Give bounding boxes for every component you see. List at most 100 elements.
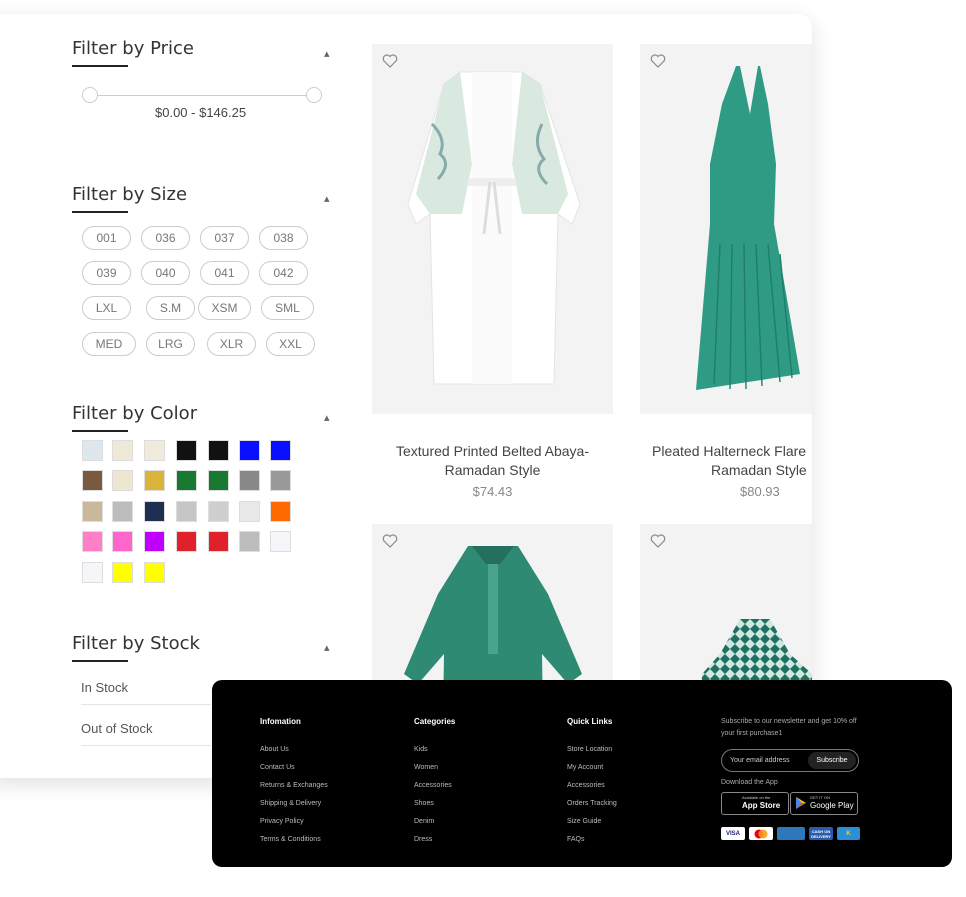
color-swatch[interactable] — [144, 501, 165, 522]
color-swatch[interactable] — [270, 470, 291, 491]
footer-link[interactable]: About Us — [260, 746, 289, 753]
color-swatch[interactable] — [176, 470, 197, 491]
color-swatch[interactable] — [176, 531, 197, 552]
color-swatch[interactable] — [144, 470, 165, 491]
product-name[interactable]: Pleated Halterneck Flare Ramadan Style — [640, 442, 812, 480]
price-range-text: $0.00 - $146.25 — [155, 105, 247, 120]
footer-link[interactable]: Returns & Exchanges — [260, 782, 328, 789]
size-option[interactable]: SML — [261, 296, 314, 320]
color-swatch[interactable] — [270, 531, 291, 552]
color-swatch[interactable] — [112, 501, 133, 522]
size-option[interactable]: 037 — [200, 226, 249, 250]
size-option[interactable]: 041 — [200, 261, 249, 285]
size-option[interactable]: 036 — [141, 226, 190, 250]
color-swatch[interactable] — [82, 562, 103, 583]
heart-icon[interactable] — [382, 54, 398, 68]
size-option[interactable]: XLR — [207, 332, 256, 356]
price-slider-track[interactable] — [84, 95, 312, 96]
color-swatch[interactable] — [208, 531, 229, 552]
footer-link[interactable]: Shoes — [414, 800, 434, 807]
google-play-icon — [796, 797, 806, 809]
subscribe-button[interactable]: Subscribe — [808, 752, 856, 769]
color-swatch[interactable] — [82, 531, 103, 552]
color-swatch[interactable] — [176, 440, 197, 461]
color-swatch[interactable] — [208, 440, 229, 461]
footer-link[interactable]: Denim — [414, 818, 434, 825]
product-image-abaya[interactable] — [372, 44, 613, 414]
divider — [81, 745, 211, 746]
color-swatch[interactable] — [82, 501, 103, 522]
size-option[interactable]: LRG — [146, 332, 195, 356]
price-slider-max-handle[interactable] — [306, 87, 322, 103]
color-swatch[interactable] — [239, 470, 260, 491]
size-option[interactable]: MED — [82, 332, 136, 356]
mastercard-icon — [749, 827, 773, 840]
color-swatch[interactable] — [208, 501, 229, 522]
color-swatch[interactable] — [270, 440, 291, 461]
google-play-button[interactable]: GET IT ON Google Play — [790, 792, 858, 815]
color-swatch[interactable] — [208, 470, 229, 491]
footer-link[interactable]: Privacy Policy — [260, 818, 304, 825]
visa-icon: VISA — [721, 827, 745, 840]
size-option[interactable]: S.M — [146, 296, 195, 320]
color-swatch[interactable] — [239, 531, 260, 552]
footer-link[interactable]: Terms & Conditions — [260, 836, 321, 843]
footer-link[interactable]: Dress — [414, 836, 432, 843]
size-option[interactable]: 039 — [82, 261, 131, 285]
color-swatch[interactable] — [144, 562, 165, 583]
footer-link[interactable]: Accessories — [414, 782, 452, 789]
color-swatch[interactable] — [176, 501, 197, 522]
product-price: $80.93 — [740, 484, 780, 499]
color-swatch[interactable] — [112, 562, 133, 583]
stock-option-out-of-stock[interactable]: Out of Stock — [81, 721, 153, 736]
footer-link[interactable]: Contact Us — [260, 764, 295, 771]
cash-on-delivery-icon: CASH ON DELIVERY — [809, 827, 833, 840]
color-swatch[interactable] — [82, 470, 103, 491]
footer-link[interactable]: Accessories — [567, 782, 605, 789]
size-option[interactable]: 042 — [259, 261, 308, 285]
heart-icon[interactable] — [382, 534, 398, 548]
color-swatch[interactable] — [270, 501, 291, 522]
title-underline — [72, 211, 128, 213]
collapse-color-icon[interactable]: ▴ — [324, 411, 334, 424]
footer-link[interactable]: Orders Tracking — [567, 800, 617, 807]
product-name[interactable]: Textured Printed Belted Abaya- Ramadan S… — [372, 442, 613, 480]
stock-option-in-stock[interactable]: In Stock — [81, 680, 128, 695]
footer-link[interactable]: Store Location — [567, 746, 612, 753]
collapse-size-icon[interactable]: ▴ — [324, 192, 334, 205]
app-store-button[interactable]: Available on the App Store — [721, 792, 789, 815]
filter-size-title-text: Filter by Size — [72, 184, 188, 205]
size-option[interactable]: XSM — [198, 296, 251, 320]
color-swatch[interactable] — [239, 501, 260, 522]
size-option[interactable]: 040 — [141, 261, 190, 285]
footer-link[interactable]: Women — [414, 764, 438, 771]
footer-link[interactable]: My Account — [567, 764, 603, 771]
footer-link[interactable]: Size Guide — [567, 818, 601, 825]
color-swatch[interactable] — [239, 440, 260, 461]
googleplay-small-text: GET IT ON — [810, 795, 830, 800]
googleplay-text: Google Play — [810, 801, 854, 810]
size-option[interactable]: 001 — [82, 226, 131, 250]
newsletter-email-field[interactable]: Your email address Subscribe — [721, 749, 859, 772]
knet-icon: K — [837, 827, 860, 840]
download-app-label: Download the App — [721, 779, 778, 786]
product-image-pleated-dress[interactable] — [640, 44, 812, 414]
size-option[interactable]: 038 — [259, 226, 308, 250]
size-option[interactable]: XXL — [266, 332, 315, 356]
price-slider-min-handle[interactable] — [82, 87, 98, 103]
color-swatch[interactable] — [144, 531, 165, 552]
footer-link[interactable]: Kids — [414, 746, 428, 753]
collapse-stock-icon[interactable]: ▴ — [324, 641, 334, 654]
color-swatch[interactable] — [112, 470, 133, 491]
color-swatch[interactable] — [144, 440, 165, 461]
footer-link[interactable]: FAQs — [567, 836, 585, 843]
filter-color-title: Filter by Color — [72, 403, 197, 432]
collapse-price-icon[interactable]: ▴ — [324, 47, 334, 60]
color-swatch[interactable] — [112, 440, 133, 461]
color-swatch[interactable] — [112, 531, 133, 552]
footer-link[interactable]: Shipping & Delivery — [260, 800, 321, 807]
color-swatch[interactable] — [82, 440, 103, 461]
heart-icon[interactable] — [650, 534, 666, 548]
heart-icon[interactable] — [650, 54, 666, 68]
size-option[interactable]: LXL — [82, 296, 131, 320]
